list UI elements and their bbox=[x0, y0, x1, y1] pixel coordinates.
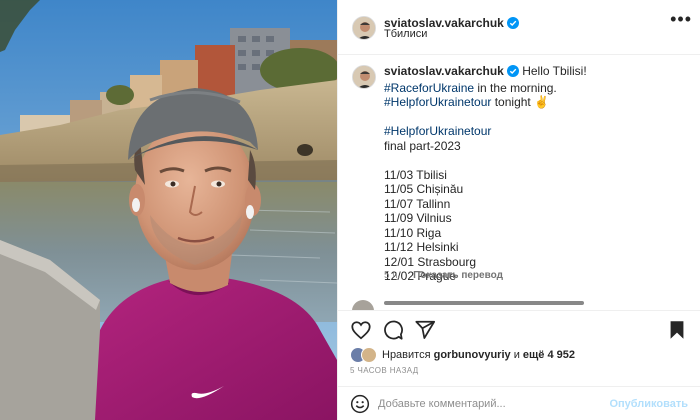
commenter-avatar bbox=[352, 300, 374, 310]
tour-date: 11/09 Vilnius bbox=[384, 211, 452, 225]
avatar-image bbox=[353, 66, 375, 88]
author-avatar[interactable] bbox=[352, 16, 376, 40]
likes-summary: Нравится gorbunovyuriy и ещё 4 952 bbox=[350, 347, 575, 363]
comment-input[interactable] bbox=[378, 398, 638, 410]
caption-final-part: final part-2023 bbox=[384, 138, 461, 153]
more-options-icon[interactable]: ••• bbox=[670, 10, 692, 28]
likes-prefix: Нравится bbox=[382, 349, 431, 361]
tour-date: 11/05 Chișinău bbox=[384, 182, 464, 196]
selfie-image bbox=[0, 0, 337, 420]
bookmark-icon[interactable] bbox=[666, 319, 688, 341]
tour-date: 11/12 Helsinki bbox=[384, 240, 459, 254]
hashtag-link[interactable]: #HelpforUkrainetour bbox=[384, 124, 491, 138]
likes-others-link[interactable]: ещё 4 952 bbox=[523, 349, 575, 361]
likes-connector: и bbox=[513, 349, 520, 361]
liker-avatar[interactable] bbox=[361, 347, 377, 363]
hashtag-link[interactable]: #RaceforUkraine bbox=[384, 81, 474, 95]
publish-button[interactable]: Опубликовать bbox=[609, 398, 688, 410]
caption-first-line: sviatoslav.vakarchuk Hello Tbilisi! bbox=[384, 64, 684, 81]
action-bar bbox=[338, 310, 700, 346]
heart-icon[interactable] bbox=[350, 319, 372, 341]
comment-form: Опубликовать bbox=[338, 386, 700, 420]
caption-text: in the morning. bbox=[474, 80, 557, 95]
verified-badge-icon bbox=[506, 65, 519, 81]
post-location[interactable]: Тбилиси bbox=[384, 28, 427, 40]
emoji-icon[interactable] bbox=[350, 394, 370, 414]
comment-text-fragment bbox=[384, 301, 584, 305]
paper-plane-icon[interactable] bbox=[414, 319, 436, 341]
post-details-panel: sviatoslav.vakarchuk Тбилиси ••• sviatos… bbox=[337, 0, 700, 420]
caption-line-2: #RaceforUkraine in the morning. bbox=[384, 81, 684, 96]
caption-greeting: Hello Tbilisi! bbox=[522, 64, 587, 78]
post-header: sviatoslav.vakarchuk Тбилиси ••• bbox=[338, 0, 700, 55]
caption-line-3: #HelpforUkrainetour tonight ✌ bbox=[384, 95, 684, 110]
tour-date: 12/01 Strasbourg bbox=[384, 254, 477, 269]
caption-text: tonight ✌ bbox=[491, 95, 550, 109]
post-caption: sviatoslav.vakarchuk Hello Tbilisi! #Rac… bbox=[384, 64, 684, 284]
show-translation-button[interactable]: Показать перевод bbox=[413, 270, 503, 281]
post-photo[interactable] bbox=[0, 0, 337, 420]
caption-author-username[interactable]: sviatoslav.vakarchuk bbox=[384, 64, 504, 78]
tour-date: 11/03 Tbilisi bbox=[384, 167, 447, 182]
instagram-post: sviatoslav.vakarchuk Тбилиси ••• sviatos… bbox=[0, 0, 700, 420]
post-time-short: 5 ч. bbox=[384, 270, 401, 281]
comment-icon[interactable] bbox=[382, 319, 404, 341]
avatar-image bbox=[353, 17, 375, 39]
tour-date: 11/10 Riga bbox=[384, 225, 442, 240]
verified-badge-icon bbox=[506, 16, 519, 34]
caption-author-avatar[interactable] bbox=[352, 65, 376, 89]
liker-avatars bbox=[350, 347, 377, 363]
post-timestamp[interactable]: 5 ЧАСОВ НАЗАД bbox=[350, 366, 419, 375]
tour-date: 11/07 Tallinn bbox=[384, 196, 451, 211]
next-comment-cutoff bbox=[346, 300, 700, 310]
hashtag-link[interactable]: #HelpforUkrainetour bbox=[384, 95, 491, 109]
caption-meta: 5 ч. Показать перевод bbox=[384, 270, 513, 281]
liker-username[interactable]: gorbunovyuriy bbox=[434, 349, 511, 361]
